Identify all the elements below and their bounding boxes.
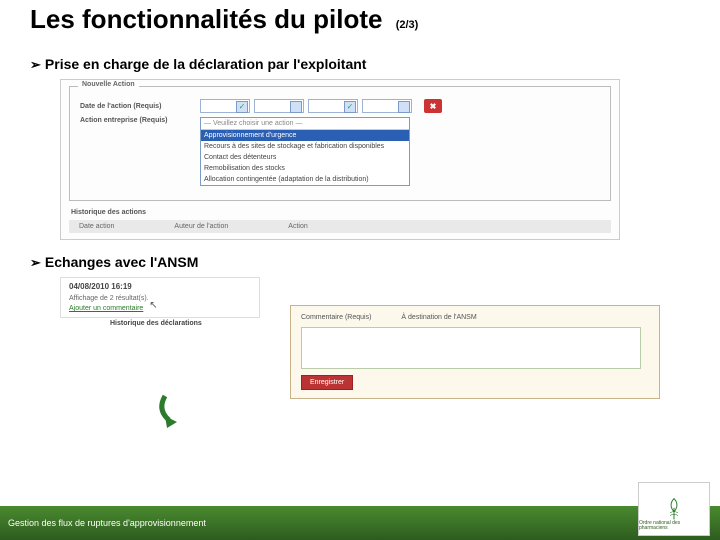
- col-date: Date action: [79, 223, 114, 230]
- screenshot-panel-2: 04/08/2010 16:19 Affichage de 2 résultat…: [60, 277, 660, 327]
- screenshot-panel-1: Nouvelle Action Date de l'action (Requis…: [60, 79, 620, 240]
- footer-text: Gestion des flux de ruptures d'approvisi…: [8, 518, 206, 528]
- bullet-1: ➢Prise en charge de la déclaration par l…: [30, 56, 690, 73]
- add-comment-link[interactable]: Ajouter un commentaire: [69, 305, 143, 312]
- org-logo: Ordre national des pharmaciens: [638, 482, 710, 536]
- slide-title: Les fonctionnalités du pilote: [30, 4, 382, 34]
- bullet-2: ➢Echanges avec l'ANSM: [30, 254, 690, 271]
- action-dropdown[interactable]: — Veuillez choisir une action — Approvis…: [200, 117, 410, 186]
- date-label: Date de l'action (Requis): [80, 103, 200, 110]
- comment-popup: Commentaire (Requis) À destination de l'…: [290, 305, 660, 399]
- footer-bar: Gestion des flux de ruptures d'approvisi…: [0, 506, 720, 540]
- comment-textarea[interactable]: [301, 327, 641, 369]
- dropdown-option[interactable]: Recours à des sites de stockage et fabri…: [201, 141, 409, 152]
- dropdown-selected[interactable]: Approvisionnement d'urgence: [201, 130, 409, 141]
- dropdown-option[interactable]: Contact des détenteurs: [201, 152, 409, 163]
- history-title: Historique des actions: [61, 205, 619, 220]
- chevron-icon: ➢: [30, 255, 41, 270]
- page-counter: (2/3): [396, 19, 419, 31]
- table-header: Date action Auteur de l'action Action: [69, 220, 611, 233]
- date-field-3[interactable]: [308, 99, 358, 113]
- fieldset-legend: Nouvelle Action: [78, 81, 139, 88]
- curved-arrow-icon: [155, 390, 195, 430]
- chevron-icon: ➢: [30, 57, 41, 72]
- cursor-icon: ↖: [149, 300, 157, 311]
- result-count: Affichage de 2 résultat(s).: [69, 295, 251, 302]
- date-field-4[interactable]: [362, 99, 412, 113]
- save-button[interactable]: Enregistrer: [301, 375, 353, 390]
- col-author: Auteur de l'action: [174, 223, 228, 230]
- dropdown-placeholder: — Veuillez choisir une action —: [201, 118, 409, 130]
- comment-label: Commentaire (Requis): [301, 314, 371, 321]
- dropdown-option[interactable]: Remobilisation des stocks: [201, 163, 409, 174]
- delete-icon[interactable]: ✖: [424, 99, 442, 113]
- date-field-2[interactable]: [254, 99, 304, 113]
- logo-text: Ordre national des pharmaciens: [639, 521, 705, 531]
- date-field-1[interactable]: [200, 99, 250, 113]
- dropdown-option[interactable]: Allocation contingentée (adaptation de l…: [201, 174, 409, 185]
- recipient-label: À destination de l'ANSM: [401, 314, 476, 321]
- col-action: Action: [288, 223, 307, 230]
- action-label: Action entreprise (Requis): [80, 117, 200, 124]
- timestamp: 04/08/2010 16:19: [69, 282, 251, 291]
